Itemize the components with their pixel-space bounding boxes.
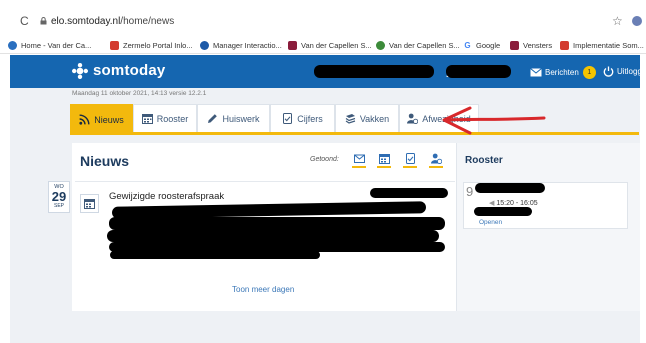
show-more-days-link[interactable]: Toon meer dagen xyxy=(232,285,294,294)
redacted-block xyxy=(475,183,545,193)
reload-icon[interactable]: C xyxy=(20,14,29,28)
manager-icon xyxy=(200,40,209,50)
bookmark-item[interactable]: G Google xyxy=(463,39,500,51)
lock-icon[interactable] xyxy=(40,17,47,25)
bookmark-item[interactable]: Manager Interactio... xyxy=(200,39,282,51)
filter-calendar[interactable] xyxy=(377,153,391,168)
logo-text: somtoday xyxy=(93,62,166,79)
zermelo-icon xyxy=(110,40,119,50)
bookmark-item[interactable]: Van der Capellen S... xyxy=(376,39,460,51)
absence-icon xyxy=(407,113,419,124)
messages-button[interactable]: Berichten 1 xyxy=(530,66,596,79)
tab-cijfers[interactable]: Cijfers xyxy=(270,104,335,132)
books-icon xyxy=(345,114,356,124)
bookmark-label: Implementatie Som... xyxy=(573,40,644,50)
rooster-time-text: 15:20 - 16:05 xyxy=(496,200,538,207)
news-date-badge: WO 29 SEP xyxy=(48,181,70,213)
redacted-block xyxy=(107,230,439,242)
bookmark-item[interactable]: Vensters xyxy=(510,39,552,51)
bookmark-label: Van der Capellen S... xyxy=(301,40,372,50)
bookmark-item[interactable]: Van der Capellen S... xyxy=(288,39,372,51)
bookmark-label: Manager Interactio... xyxy=(213,40,282,50)
messages-count-badge: 1 xyxy=(582,66,596,79)
tab-label: Cijfers xyxy=(297,113,323,124)
bookmark-label: Google xyxy=(476,40,501,50)
tab-huiswerk[interactable]: Huiswerk xyxy=(197,104,270,132)
somtoday-icon xyxy=(8,40,17,50)
rooster-open-link[interactable]: Openen xyxy=(479,219,502,226)
news-title: Nieuws xyxy=(80,153,130,169)
bookmarks-bar: Home - Van der Ca... Zermelo Portal Inlo… xyxy=(0,34,646,54)
rooster-time: ◀ 15:20 - 16:05 xyxy=(489,199,538,207)
redacted-block xyxy=(446,65,511,78)
tab-label: Vakken xyxy=(359,113,390,124)
calendar-icon xyxy=(141,114,153,124)
power-icon xyxy=(603,66,614,77)
envelope-icon xyxy=(353,154,365,163)
logout-label: Uitloggen xyxy=(617,67,646,76)
tab-label: Rooster xyxy=(156,113,189,124)
person-icon xyxy=(430,153,442,164)
annotation-arrow xyxy=(442,106,546,135)
google-icon: G xyxy=(463,40,472,50)
document-icon xyxy=(405,153,415,164)
bookmark-star-icon[interactable]: ☆ xyxy=(612,14,623,28)
url-path: /home/news xyxy=(120,16,175,27)
redacted-block xyxy=(370,188,448,198)
somtoday-logo[interactable]: somtoday xyxy=(72,62,165,79)
bookmark-label: Van der Capellen S... xyxy=(389,40,460,50)
tab-nieuws[interactable]: Nieuws xyxy=(70,104,133,134)
vdc-green-icon xyxy=(376,40,385,50)
filter-absence[interactable] xyxy=(429,153,443,168)
implementatie-icon xyxy=(560,40,569,50)
redacted-block xyxy=(109,217,445,230)
messages-label: Berichten xyxy=(545,68,579,77)
bookmark-label: Zermelo Portal Inlo... xyxy=(123,40,193,50)
dateline: Maandag 11 oktober 2021, 14:13 versie 12… xyxy=(72,90,207,97)
redacted-block xyxy=(474,207,532,216)
filter-documents[interactable] xyxy=(403,153,417,168)
rooster-title: Rooster xyxy=(465,155,503,166)
rooster-hour: 9 xyxy=(466,184,474,199)
play-icon: ◀ xyxy=(489,200,495,207)
calendar-icon xyxy=(378,154,390,164)
url-host: elo.somtoday.nl xyxy=(51,16,121,27)
calendar-icon xyxy=(84,199,95,209)
bookmark-label: Vensters xyxy=(523,40,553,50)
somtoday-logo-icon xyxy=(72,62,88,79)
bookmark-label: Home - Van der Ca... xyxy=(21,40,92,50)
bookmark-item[interactable]: Implementatie Som... xyxy=(560,39,644,51)
bookmark-item[interactable]: Zermelo Portal Inlo... xyxy=(110,39,193,51)
tab-rooster[interactable]: Rooster xyxy=(133,104,197,132)
news-item-title: Gewijzigde roosterafspraak xyxy=(109,191,225,202)
news-item-icon-box xyxy=(80,194,99,213)
grades-icon xyxy=(283,113,293,124)
url-field[interactable]: elo.somtoday.nl/home/news xyxy=(51,16,174,27)
browser-address-bar: C elo.somtoday.nl/home/news ☆ xyxy=(0,0,646,34)
filter-messages[interactable] xyxy=(352,153,366,168)
vdc-icon xyxy=(288,40,297,50)
redacted-block xyxy=(110,251,320,259)
bookmark-item[interactable]: Home - Van der Ca... xyxy=(8,39,91,51)
shown-filter-label: Getoond: xyxy=(310,156,339,163)
tab-label: Nieuws xyxy=(94,114,124,125)
logout-button[interactable]: Uitloggen xyxy=(603,66,646,77)
rss-icon xyxy=(79,114,90,125)
redacted-block xyxy=(314,65,434,78)
pencil-icon xyxy=(208,114,218,123)
envelope-icon xyxy=(530,68,542,77)
vensters-icon xyxy=(510,40,519,50)
app-header: somtoday Berichten 1 Uitloggen xyxy=(10,55,646,88)
extension-icon[interactable] xyxy=(632,16,642,26)
tab-vakken[interactable]: Vakken xyxy=(335,104,399,132)
tab-label: Huiswerk xyxy=(222,113,260,124)
tab-underline xyxy=(70,132,639,135)
date-day: 29 xyxy=(51,189,67,204)
